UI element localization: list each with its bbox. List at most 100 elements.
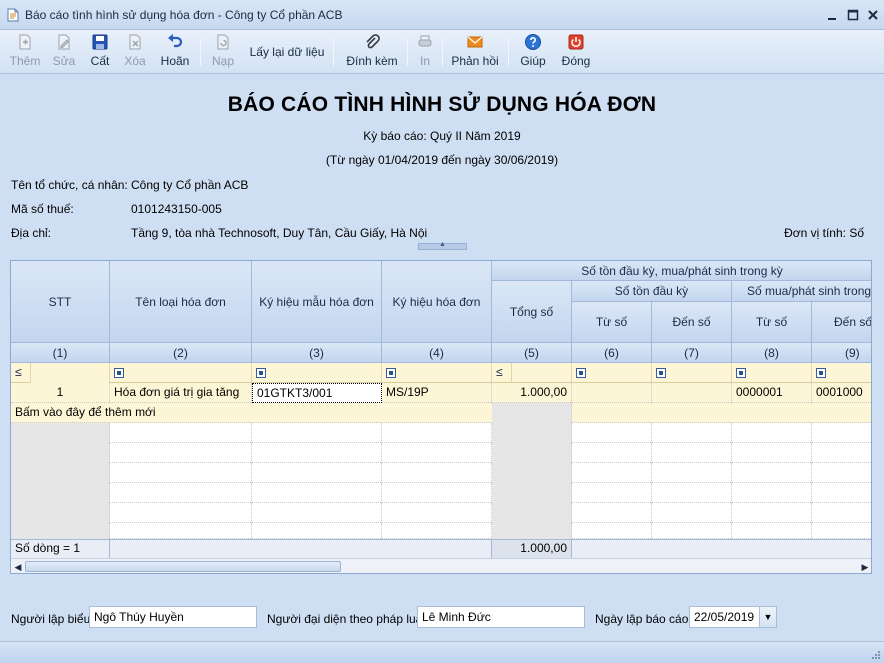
signature-form: Người lập biểu Ngô Thúy Huyền Người đại …: [0, 600, 884, 636]
col-number: (1): [11, 343, 110, 363]
date-dropdown-button[interactable]: ▼: [759, 607, 776, 627]
report-date-value: 22/05/2019: [694, 610, 755, 624]
report-header: BÁO CÁO TÌNH HÌNH SỬ DỤNG HÓA ĐƠN Kỳ báo…: [0, 75, 884, 250]
toolbar-separator: [333, 38, 334, 66]
report-date-range: (Từ ngày 01/04/2019 đến ngày 30/06/2019): [325, 153, 559, 167]
row-count: Số dòng = 1: [11, 540, 110, 558]
cell-invoice-type[interactable]: Hóa đơn giá trị gia tăng: [110, 383, 252, 403]
save-disk-icon: [92, 34, 108, 50]
scrollbar-thumb[interactable]: [25, 561, 341, 572]
filter-checkbox-icon[interactable]: [816, 368, 826, 378]
toolbar-separator: [442, 38, 443, 66]
address-label: Địa chỉ:: [11, 226, 52, 240]
cell-stt[interactable]: 1: [11, 383, 110, 403]
unit-label: Đơn vị tính: Số: [784, 226, 864, 240]
help-button[interactable]: Giúp: [517, 33, 549, 71]
cell-total[interactable]: 1.000,00: [492, 383, 572, 403]
cell-to-1[interactable]: [652, 383, 732, 403]
title-bar: Báo cáo tình hình sử dụng hóa đơn - Công…: [0, 0, 884, 30]
edit-button[interactable]: Sửa: [50, 33, 78, 71]
org-value: Công ty Cổ phần ACB: [131, 178, 249, 192]
representative-label: Người đại diện theo pháp luật: [267, 612, 426, 626]
filter-checkbox-icon[interactable]: [114, 368, 124, 378]
table-row: [11, 503, 871, 523]
filter-from-1[interactable]: [572, 363, 652, 383]
cell-template-symbol[interactable]: 01GTKT3/001: [252, 383, 382, 403]
cell-total: [492, 403, 572, 423]
col-header-to-2[interactable]: Đến số: [812, 302, 871, 343]
invoice-grid[interactable]: STT Tên loại hóa đơn Ký hiệu mẫu hóa đơn…: [10, 260, 872, 574]
close-icon[interactable]: [865, 7, 881, 23]
cell-from-1[interactable]: [572, 383, 652, 403]
cell-invoice-symbol[interactable]: MS/19P: [382, 383, 492, 403]
filter-template-symbol[interactable]: [252, 363, 382, 383]
col-header-opening-stock: Số tồn đầu kỳ: [572, 281, 732, 302]
col-header-invoice-type[interactable]: Tên loại hóa đơn: [110, 261, 252, 343]
cell-to-2[interactable]: 0001000: [812, 383, 871, 403]
filter-invoice-symbol[interactable]: [382, 363, 492, 383]
filter-invoice-type[interactable]: [110, 363, 252, 383]
filter-checkbox-icon[interactable]: [576, 368, 586, 378]
scroll-left-icon[interactable]: ◀: [12, 561, 24, 573]
reload-button[interactable]: Nạp: [209, 33, 237, 71]
col-header-stt[interactable]: STT: [11, 261, 110, 343]
col-number: (3): [252, 343, 382, 363]
cell-from-2[interactable]: 0000001: [732, 383, 812, 403]
col-number: (4): [382, 343, 492, 363]
filter-input-stt[interactable]: [31, 363, 110, 383]
col-header-from-1[interactable]: Từ số: [572, 302, 652, 343]
window-title: Báo cáo tình hình sử dụng hóa đơn - Công…: [25, 8, 343, 22]
filter-from-2[interactable]: [732, 363, 812, 383]
report-date-label: Ngày lập báo cáo:: [595, 612, 692, 626]
delete-button[interactable]: Xóa: [121, 33, 149, 71]
filter-operator-total[interactable]: ≤: [492, 363, 512, 383]
representative-input[interactable]: Lê Minh Đức: [417, 606, 585, 628]
col-header-invoice-symbol[interactable]: Ký hiệu hóa đơn: [382, 261, 492, 343]
maximize-icon[interactable]: [845, 7, 861, 23]
col-number: (8): [732, 343, 812, 363]
grid-footer: Số dòng = 1 1.000,00: [11, 539, 871, 558]
filter-to-2[interactable]: [812, 363, 871, 383]
filter-checkbox-icon[interactable]: [386, 368, 396, 378]
filter-checkbox-icon[interactable]: [736, 368, 746, 378]
filter-input-total[interactable]: [512, 363, 572, 383]
col-header-total[interactable]: Tổng số: [492, 281, 572, 343]
attach-button[interactable]: Đính kèm: [344, 33, 400, 71]
feedback-button[interactable]: Phản hồi: [449, 33, 501, 71]
collapse-handle[interactable]: ▲: [418, 241, 467, 250]
edit-document-icon: [58, 34, 70, 50]
filter-operator-stt[interactable]: ≤: [11, 363, 31, 383]
horizontal-scrollbar[interactable]: ◀ ▶: [11, 558, 871, 573]
table-row: [11, 443, 871, 463]
save-button[interactable]: Cất: [86, 33, 114, 71]
scroll-right-icon[interactable]: ▶: [859, 561, 871, 573]
resize-grip-icon[interactable]: [871, 650, 881, 660]
creator-input[interactable]: Ngô Thúy Huyền: [89, 606, 257, 628]
filter-checkbox-icon[interactable]: [256, 368, 266, 378]
print-button[interactable]: In: [414, 33, 436, 71]
new-row-hint[interactable]: Bấm vào đây để thêm mới: [11, 403, 481, 423]
org-label: Tên tổ chức, cá nhân:: [11, 178, 128, 192]
paperclip-icon: [366, 34, 380, 49]
address-value: Tầng 9, tòa nhà Technosoft, Duy Tân, Cầu…: [131, 226, 428, 240]
minimize-icon[interactable]: [824, 7, 840, 23]
col-header-template-symbol[interactable]: Ký hiệu mẫu hóa đơn: [252, 261, 382, 343]
new-row[interactable]: Bấm vào đây để thêm mới: [11, 403, 871, 423]
report-title: BÁO CÁO TÌNH HÌNH SỬ DỤNG HÓA ĐƠN: [227, 93, 657, 116]
reload-document-icon: [217, 34, 229, 50]
filter-to-1[interactable]: [652, 363, 732, 383]
close-form-button[interactable]: Đóng: [558, 33, 594, 71]
tax-label: Mã số thuế:: [11, 202, 74, 216]
col-header-to-1[interactable]: Đến số: [652, 302, 732, 343]
undo-button[interactable]: Hoãn: [158, 33, 192, 71]
filter-row: ≤ ≤: [11, 363, 871, 383]
filter-checkbox-icon[interactable]: [656, 368, 666, 378]
add-button[interactable]: Thêm: [8, 33, 42, 71]
table-row[interactable]: 1 Hóa đơn giá trị gia tăng 01GTKT3/001 M…: [11, 383, 871, 403]
col-header-group-stock: Số tồn đầu kỳ, mua/phát sinh trong kỳ: [492, 261, 871, 281]
footer-total: 1.000,00: [492, 540, 572, 558]
creator-label: Người lập biểu: [11, 612, 91, 626]
power-close-icon: [568, 34, 584, 50]
col-header-from-2[interactable]: Từ số: [732, 302, 812, 343]
undo-arrow-icon: [168, 34, 183, 48]
